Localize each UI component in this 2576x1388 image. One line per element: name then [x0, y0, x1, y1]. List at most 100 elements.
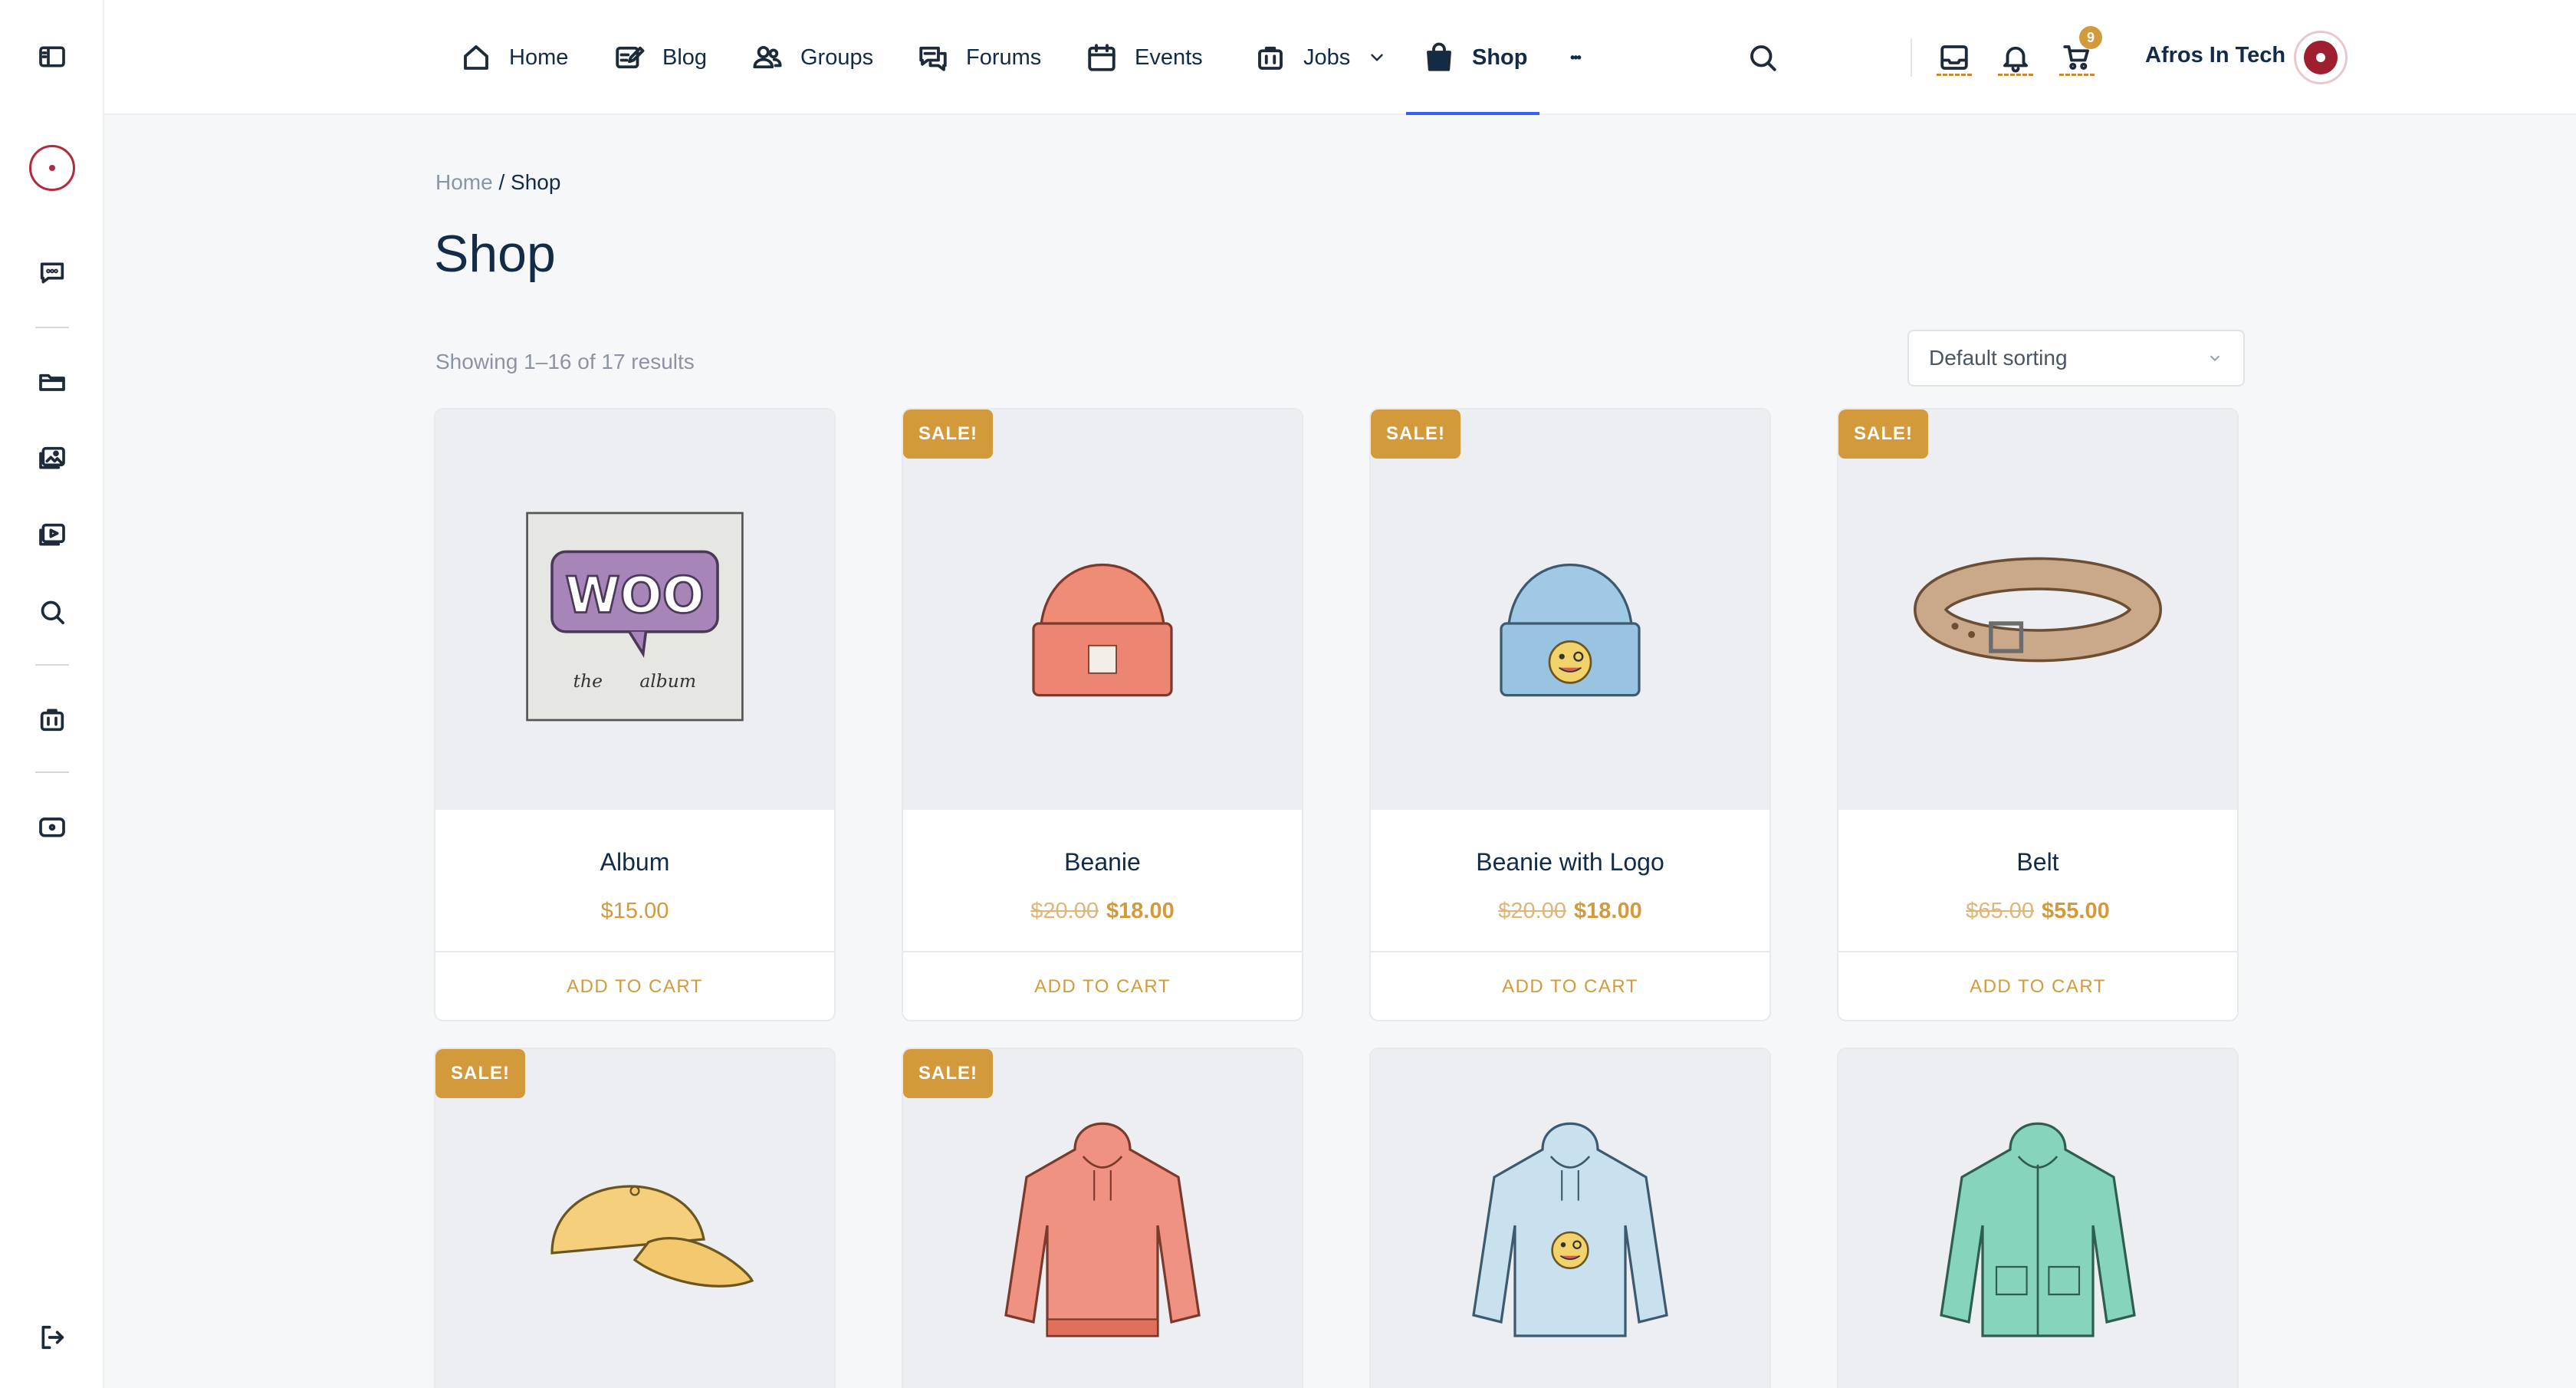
folder-icon[interactable]	[34, 363, 71, 400]
album-caption-1: the	[573, 670, 603, 692]
search-icon[interactable]	[34, 594, 71, 630]
product-image-hoodie[interactable]: SALE!	[903, 1049, 1302, 1388]
photos-icon[interactable]	[34, 440, 71, 477]
price-current: $15.00	[600, 899, 669, 923]
chevron-down-icon	[2210, 355, 2220, 362]
sidebar-divider	[35, 771, 69, 773]
result-count: Showing 1–16 of 17 results	[435, 350, 695, 373]
home-icon	[464, 45, 488, 70]
product-card: WOO the album Album $15.00 ADD TO CART	[434, 408, 836, 1021]
add-to-cart-button[interactable]: ADD TO CART	[903, 951, 1302, 1020]
sort-select[interactable]: Default sorting	[1907, 330, 2245, 386]
product-image-hoodie-with-logo[interactable]	[1371, 1049, 1769, 1388]
nav-groups-label: Groups	[800, 44, 874, 70]
product-image-beanie[interactable]: SALE!	[903, 409, 1302, 810]
avatar[interactable]	[2294, 31, 2348, 84]
breadcrumb-home[interactable]: Home	[435, 170, 493, 194]
price-sale: $18.00	[1574, 899, 1642, 923]
nav-blog[interactable]: Blog	[613, 0, 707, 115]
chevron-down-icon	[1371, 54, 1383, 61]
site-logo[interactable]	[29, 145, 75, 191]
nav-events[interactable]: Events	[1086, 0, 1203, 115]
inbox-icon[interactable]	[1935, 38, 1973, 77]
messages-icon[interactable]	[34, 255, 71, 291]
sidebar-toggle-icon[interactable]	[34, 38, 71, 75]
page-title: Shop	[434, 225, 556, 283]
product-price: $15.00	[435, 899, 834, 929]
product-card: SALE! Belt $65.00 $55.00 ADD TO CART	[1837, 408, 2239, 1021]
add-to-cart-button[interactable]: ADD TO CART	[435, 951, 834, 1020]
product-image-hoodie-with-zipper[interactable]	[1838, 1049, 2237, 1388]
notifications-underline	[1998, 74, 2033, 76]
inbox-underline	[1937, 74, 1972, 76]
videos-icon[interactable]	[34, 517, 71, 554]
cap-illustration	[550, 1185, 754, 1288]
cart-count-badge: 9	[2079, 26, 2102, 49]
nav-shop[interactable]: Shop	[1423, 0, 1528, 115]
nav-forums[interactable]: Forums	[917, 0, 1041, 115]
nav-groups[interactable]: Groups	[751, 0, 873, 115]
belt-illustration	[1914, 557, 2162, 663]
product-price: $20.00 $18.00	[1371, 899, 1769, 929]
price-original: $20.00	[1030, 899, 1099, 923]
product-name[interactable]: Beanie	[903, 848, 1302, 879]
product-name[interactable]: Album	[435, 848, 834, 879]
beanie-illustration	[1032, 564, 1173, 697]
album-caption-2: album	[639, 670, 696, 692]
nav-shop-label: Shop	[1472, 44, 1528, 70]
notifications-icon[interactable]	[1996, 38, 2035, 77]
nav-home[interactable]: Home	[460, 0, 568, 115]
breadcrumb: Home / Shop	[435, 170, 560, 195]
briefcase-icon	[1258, 46, 1283, 70]
nav-forums-label: Forums	[966, 44, 1042, 70]
price-sale: $18.00	[1106, 899, 1175, 923]
sale-badge: SALE!	[1838, 409, 1928, 459]
briefcase-icon[interactable]	[34, 701, 71, 738]
nav-home-label: Home	[509, 44, 569, 70]
product-card: SALE! Beanie $20.00 $18.00 ADD TO CART	[902, 408, 1303, 1021]
price-original: $20.00	[1498, 899, 1566, 923]
album-logo-text: WOO	[565, 567, 705, 625]
add-to-cart-button[interactable]: ADD TO CART	[1838, 951, 2237, 1020]
sale-badge: SALE!	[903, 1049, 993, 1098]
breadcrumb-separator: /	[492, 170, 511, 194]
beanie-with-logo-illustration	[1500, 564, 1641, 697]
product-image-belt[interactable]: SALE!	[1838, 409, 2237, 810]
add-to-cart-button[interactable]: ADD TO CART	[1371, 951, 1769, 1020]
product-name[interactable]: Beanie with Logo	[1371, 848, 1769, 879]
product-name[interactable]: Belt	[1838, 848, 2237, 879]
logout-icon[interactable]	[34, 1319, 71, 1356]
hoodie-with-zipper-illustration	[1940, 1122, 2136, 1337]
header-search-icon[interactable]	[1743, 38, 1782, 77]
product-card: SALE! Beanie with Logo $20.00 $18.00 ADD …	[1369, 408, 1771, 1021]
product-image-album[interactable]: WOO the album	[435, 409, 834, 810]
product-image-cap[interactable]: SALE!	[435, 1049, 834, 1388]
product-image-beanie-with-logo[interactable]: SALE!	[1371, 409, 1769, 810]
cart-underline	[2059, 74, 2095, 76]
product-card	[1369, 1048, 1771, 1388]
top-header: Home Blog Groups Forums Events Jobs Shop…	[104, 0, 2576, 115]
product-card	[1837, 1048, 2239, 1388]
sidebar-divider	[35, 327, 69, 328]
product-price: $20.00 $18.00	[903, 899, 1302, 929]
more-icon: •••	[1570, 49, 1582, 65]
active-nav-indicator	[1406, 112, 1539, 115]
bag-icon	[1427, 42, 1451, 71]
product-price: $65.00 $55.00	[1838, 899, 2237, 929]
sale-badge: SALE!	[1371, 409, 1460, 459]
blog-icon	[616, 46, 645, 69]
calendar-icon	[1088, 44, 1116, 71]
left-sidebar	[0, 0, 104, 1388]
nav-more[interactable]: •••	[1570, 0, 1582, 115]
price-original: $65.00	[1966, 899, 2034, 923]
nav-events-label: Events	[1135, 44, 1203, 70]
nav-jobs[interactable]: Jobs	[1254, 0, 1387, 115]
sidebar-divider	[35, 664, 69, 666]
header-separator	[1911, 38, 1912, 77]
hoodie-illustration	[1004, 1122, 1201, 1337]
user-name[interactable]: Afros In Tech	[2145, 43, 2285, 68]
wallet-icon[interactable]	[34, 808, 71, 845]
groups-icon	[753, 45, 782, 69]
product-card: SALE!	[434, 1048, 836, 1388]
sale-badge: SALE!	[903, 409, 993, 459]
